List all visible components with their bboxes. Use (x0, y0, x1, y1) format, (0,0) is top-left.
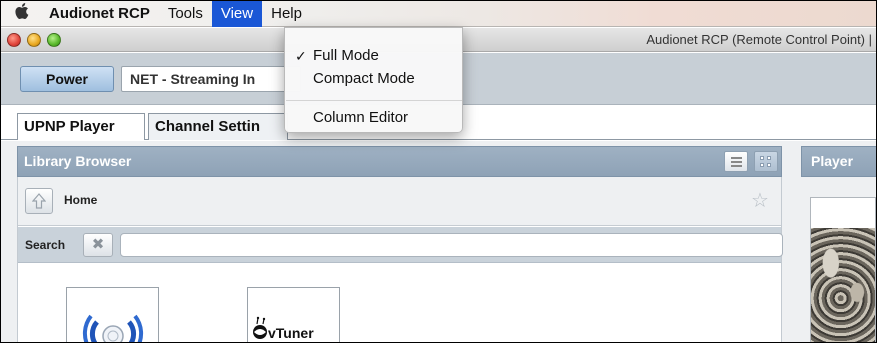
clear-x-icon: ✖ (91, 236, 105, 253)
up-level-button[interactable] (25, 188, 53, 214)
minimize-window-button[interactable] (27, 33, 41, 47)
checkmark-icon: ✓ (295, 48, 307, 64)
search-input[interactable] (120, 233, 783, 257)
player-panel (810, 197, 876, 342)
window-title: Audionet RCP (Remote Control Point) | (646, 32, 872, 47)
search-row: Search ✖ (18, 227, 783, 263)
menu-separator (286, 100, 462, 101)
menu-app-name[interactable]: Audionet RCP (45, 1, 159, 27)
menu-item-full-mode-label: Full Mode (313, 47, 379, 64)
tab-channel-settings[interactable]: Channel Settin (148, 113, 288, 140)
up-arrow-icon (31, 193, 47, 209)
main-area: Library Browser Player Home ☆ Search ✖ v… (1, 141, 876, 342)
list-view-button[interactable] (724, 151, 748, 172)
tab-upnp-player[interactable]: UPNP Player (17, 113, 145, 140)
breadcrumb-home[interactable]: Home (64, 193, 97, 207)
menu-bar: Audionet RCP Tools View Help (1, 1, 876, 27)
menu-help[interactable]: Help (262, 1, 311, 27)
app-window: Audionet RCP Tools View Help Audionet RC… (0, 0, 877, 343)
library-browser-header: Library Browser (17, 146, 782, 177)
menu-item-compact-mode[interactable]: Compact Mode (285, 68, 464, 90)
menu-tools[interactable]: Tools (159, 1, 212, 27)
menu-item-column-editor[interactable]: Column Editor (285, 107, 464, 129)
zoom-window-button[interactable] (47, 33, 61, 47)
library-browser-title: Library Browser (24, 153, 132, 169)
vtuner-label: vTuner (268, 325, 314, 341)
upnp-broadcast-icon (82, 314, 144, 342)
apple-menu-icon[interactable] (1, 2, 45, 25)
vtuner-tile[interactable]: vTuner (247, 287, 340, 342)
menu-item-full-mode[interactable]: ✓ Full Mode (285, 45, 464, 67)
player-header: Player (801, 146, 876, 177)
apple-logo-icon (15, 3, 29, 19)
upnp-server-tile[interactable] (66, 287, 159, 342)
close-window-button[interactable] (7, 33, 21, 47)
navigation-row: Home ☆ (18, 177, 781, 226)
clear-search-button[interactable]: ✖ (83, 233, 113, 257)
grid-view-button[interactable] (754, 151, 778, 172)
view-menu-dropdown: ✓ Full Mode Compact Mode Column Editor (284, 27, 463, 133)
menu-view[interactable]: View (211, 1, 263, 27)
search-label: Search (25, 238, 66, 252)
album-art-image (811, 228, 875, 342)
favorite-star-icon[interactable]: ☆ (751, 188, 769, 213)
source-selector[interactable]: NET - Streaming In (121, 66, 301, 92)
power-button[interactable]: Power (20, 66, 114, 92)
